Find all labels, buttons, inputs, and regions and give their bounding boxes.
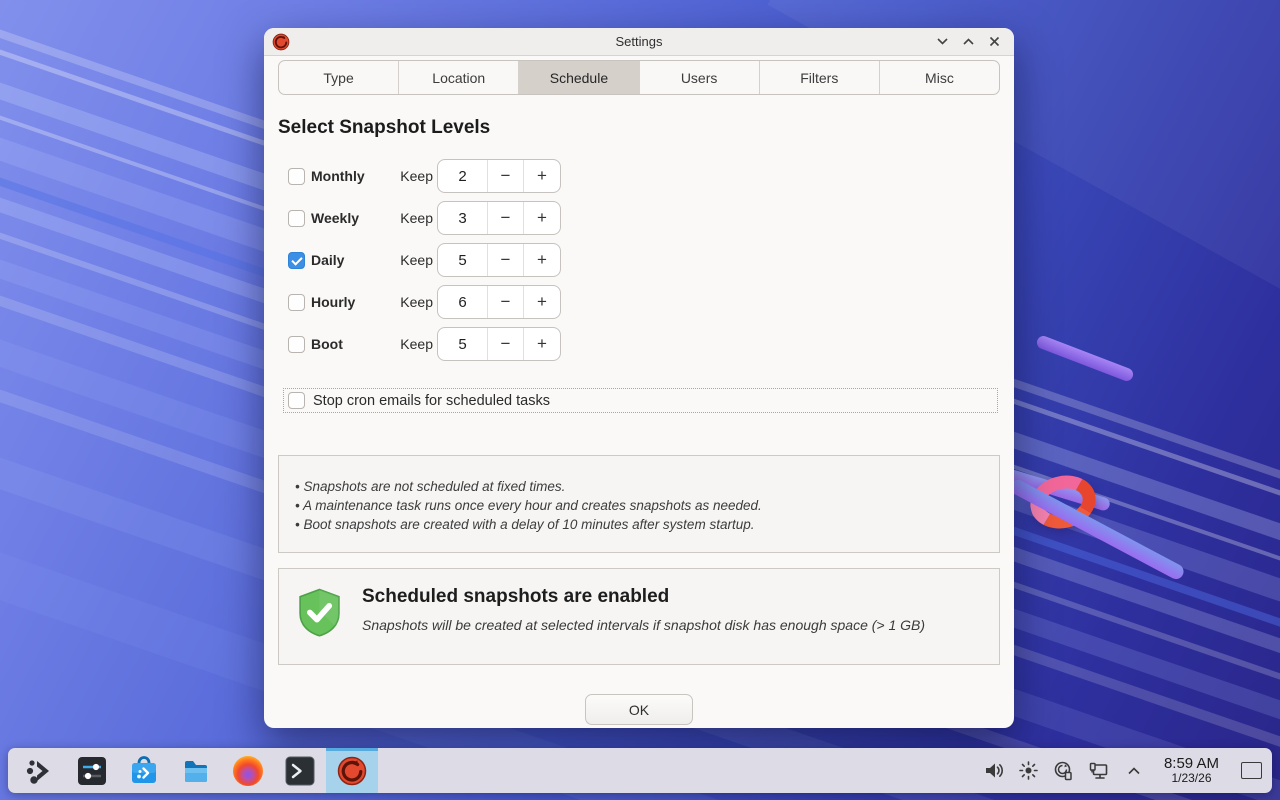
spinner-value[interactable]: 6	[438, 286, 488, 318]
close-icon[interactable]	[984, 32, 1004, 52]
level-label[interactable]: Monthly	[311, 168, 393, 184]
level-row-monthly: Monthly Keep 2 − +	[288, 159, 1000, 193]
note-line: • A maintenance task runs once every hou…	[295, 496, 983, 515]
hourly-checkbox[interactable]	[288, 294, 305, 311]
tab-location[interactable]: Location	[399, 61, 519, 94]
schedule-status-box: Scheduled snapshots are enabled Snapshot…	[278, 568, 1000, 665]
note-line: • Boot snapshots are created with a dela…	[295, 515, 983, 534]
system-settings-icon	[76, 755, 108, 787]
monthly-keep-spinner: 2 − +	[437, 159, 561, 193]
discover-store-button[interactable]	[118, 748, 170, 793]
expand-tray-icon[interactable]	[1123, 760, 1145, 782]
tab-bar: Type Location Schedule Users Filters Mis…	[278, 60, 1000, 95]
weekly-keep-spinner: 3 − +	[437, 201, 561, 235]
tab-users[interactable]: Users	[640, 61, 760, 94]
volume-icon[interactable]	[983, 760, 1005, 782]
snapshot-levels: Monthly Keep 2 − + Weekly Keep 3 − +	[288, 159, 1000, 369]
increment-button[interactable]: +	[524, 244, 560, 276]
note-line: • Snapshots are not scheduled at fixed t…	[295, 477, 983, 496]
konsole-terminal-button[interactable]	[274, 748, 326, 793]
system-tray: 8:59 AM 1/23/26	[983, 756, 1262, 786]
keep-label: Keep	[393, 294, 433, 310]
spinner-value[interactable]: 5	[438, 328, 488, 360]
increment-button[interactable]: +	[524, 202, 560, 234]
decrement-button[interactable]: −	[488, 160, 524, 192]
daily-checkbox[interactable]	[288, 252, 305, 269]
cron-emails-checkbox[interactable]	[288, 392, 305, 409]
file-manager-icon	[180, 755, 212, 787]
app-launcher-button[interactable]	[14, 748, 66, 793]
minimize-icon[interactable]	[932, 32, 952, 52]
spinner-value[interactable]: 2	[438, 160, 488, 192]
show-desktop-button[interactable]	[1241, 762, 1262, 779]
discover-store-icon	[128, 755, 160, 787]
decrement-button[interactable]: −	[488, 244, 524, 276]
schedule-notes-box: • Snapshots are not scheduled at fixed t…	[278, 455, 1000, 553]
spinner-value[interactable]: 3	[438, 202, 488, 234]
level-label[interactable]: Boot	[311, 336, 393, 352]
window-content: Type Location Schedule Users Filters Mis…	[264, 56, 1014, 728]
device-notifier-icon[interactable]	[1053, 760, 1075, 782]
spinner-value[interactable]: 5	[438, 244, 488, 276]
increment-button[interactable]: +	[524, 328, 560, 360]
shield-check-icon	[295, 588, 344, 637]
level-row-daily: Daily Keep 5 − +	[288, 243, 1000, 277]
weekly-checkbox[interactable]	[288, 210, 305, 227]
brightness-icon[interactable]	[1018, 760, 1040, 782]
timeshift-task-button[interactable]	[326, 748, 378, 793]
boot-keep-spinner: 5 − +	[437, 327, 561, 361]
increment-button[interactable]: +	[524, 286, 560, 318]
firefox-icon	[233, 756, 263, 786]
decrement-button[interactable]: −	[488, 286, 524, 318]
status-subtitle: Snapshots will be created at selected in…	[362, 617, 925, 633]
network-icon[interactable]	[1088, 760, 1110, 782]
decrement-button[interactable]: −	[488, 328, 524, 360]
keep-label: Keep	[393, 252, 433, 268]
monthly-checkbox[interactable]	[288, 168, 305, 185]
maximize-icon[interactable]	[958, 32, 978, 52]
page-title: Select Snapshot Levels	[278, 117, 1000, 139]
system-settings-button[interactable]	[66, 748, 118, 793]
level-label[interactable]: Daily	[311, 252, 393, 268]
tab-misc[interactable]: Misc	[880, 61, 999, 94]
cron-emails-label[interactable]: Stop cron emails for scheduled tasks	[313, 393, 550, 409]
settings-window: Settings Type Location Schedule Users Fi…	[264, 28, 1014, 728]
window-title: Settings	[264, 34, 1014, 49]
keep-label: Keep	[393, 168, 433, 184]
clock-date: 1/23/26	[1164, 772, 1219, 785]
tab-schedule[interactable]: Schedule	[519, 61, 639, 94]
decrement-button[interactable]: −	[488, 202, 524, 234]
window-controls	[932, 32, 1014, 52]
increment-button[interactable]: +	[524, 160, 560, 192]
level-label[interactable]: Hourly	[311, 294, 393, 310]
level-row-weekly: Weekly Keep 3 − +	[288, 201, 1000, 235]
level-row-boot: Boot Keep 5 − +	[288, 327, 1000, 361]
level-row-hourly: Hourly Keep 6 − +	[288, 285, 1000, 319]
titlebar: Settings	[264, 28, 1014, 56]
keep-label: Keep	[393, 336, 433, 352]
file-manager-button[interactable]	[170, 748, 222, 793]
status-title: Scheduled snapshots are enabled	[362, 586, 925, 608]
firefox-button[interactable]	[222, 748, 274, 793]
status-text: Scheduled snapshots are enabled Snapshot…	[362, 586, 925, 633]
digital-clock[interactable]: 8:59 AM 1/23/26	[1164, 756, 1219, 786]
daily-keep-spinner: 5 − +	[437, 243, 561, 277]
keep-label: Keep	[393, 210, 433, 226]
clock-time: 8:59 AM	[1164, 756, 1219, 773]
boot-checkbox[interactable]	[288, 336, 305, 353]
tab-type[interactable]: Type	[279, 61, 399, 94]
hourly-keep-spinner: 6 − +	[437, 285, 561, 319]
konsole-terminal-icon	[284, 755, 316, 787]
tab-filters[interactable]: Filters	[760, 61, 880, 94]
taskbar-panel: 8:59 AM 1/23/26	[8, 748, 1272, 793]
wallpaper-tube	[1035, 334, 1135, 383]
timeshift-icon	[337, 756, 367, 786]
level-label[interactable]: Weekly	[311, 210, 393, 226]
cron-emails-row: Stop cron emails for scheduled tasks	[283, 388, 998, 413]
app-launcher-icon	[24, 755, 56, 787]
ok-button[interactable]: OK	[585, 694, 693, 725]
button-row: OK	[278, 694, 1000, 725]
